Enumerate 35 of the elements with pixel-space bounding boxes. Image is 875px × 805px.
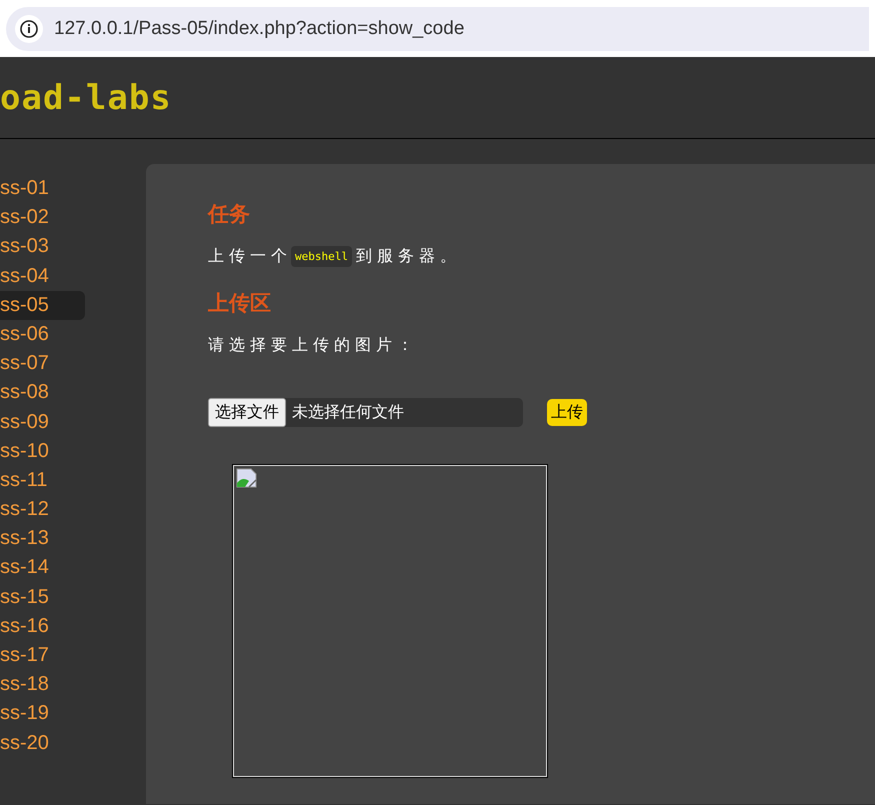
sidebar-link[interactable]: ss-08 (0, 378, 85, 408)
sidebar-link[interactable]: ss-07 (0, 349, 85, 378)
section-heading: 上传区 (208, 290, 272, 317)
sidebar-link[interactable]: ss-06 (0, 320, 85, 350)
task-text: 到服务器。 (356, 246, 461, 267)
sidebar-link[interactable]: ss-02 (0, 203, 85, 232)
sidebar-link[interactable]: ss-17 (0, 641, 85, 670)
sidebar-link[interactable]: ss-01 (0, 174, 85, 204)
file-input[interactable]: 选择文件 未选择任何文件 (208, 398, 523, 427)
code-snippet: webshell (291, 246, 352, 267)
site-logo[interactable]: oad-labs (0, 78, 172, 118)
upload-button[interactable]: 上传 (547, 399, 587, 426)
sidebar-link[interactable]: ss-12 (0, 495, 85, 524)
broken-image-icon (236, 468, 258, 488)
info-icon[interactable] (14, 14, 44, 44)
sidebar-link[interactable]: ss-16 (0, 612, 85, 641)
sidebar-link[interactable]: ss-14 (0, 553, 85, 583)
sidebar-link[interactable]: ss-10 (0, 436, 85, 466)
sidebar-link[interactable]: ss-03 (0, 232, 85, 262)
address-bar[interactable]: 127.0.0.1/Pass-05/index.php?action=show_code (6, 6, 869, 50)
sidebar-link[interactable]: ss-15 (0, 582, 85, 612)
choose-file-button[interactable]: 选择文件 (208, 398, 286, 427)
sidebar-link[interactable]: ss-05 (0, 290, 85, 320)
sidebar-link[interactable]: ss-20 (0, 728, 85, 758)
url-text: 127.0.0.1/Pass-05/index.php?action=show_code (54, 18, 464, 40)
section-heading: 任务 (208, 201, 251, 228)
sidebar-link[interactable]: ss-13 (0, 524, 85, 554)
task-text: 上传一个 (208, 246, 292, 267)
sidebar-link[interactable]: ss-19 (0, 699, 85, 729)
sidebar-link[interactable]: ss-09 (0, 408, 85, 437)
sidebar-link[interactable]: ss-11 (0, 466, 85, 496)
file-status: 未选择任何文件 (292, 402, 404, 423)
sidebar-link[interactable]: ss-18 (0, 670, 85, 700)
upload-prompt: 请选择要上传的图片： (208, 335, 418, 356)
sidebar-link[interactable]: ss-04 (0, 262, 85, 291)
